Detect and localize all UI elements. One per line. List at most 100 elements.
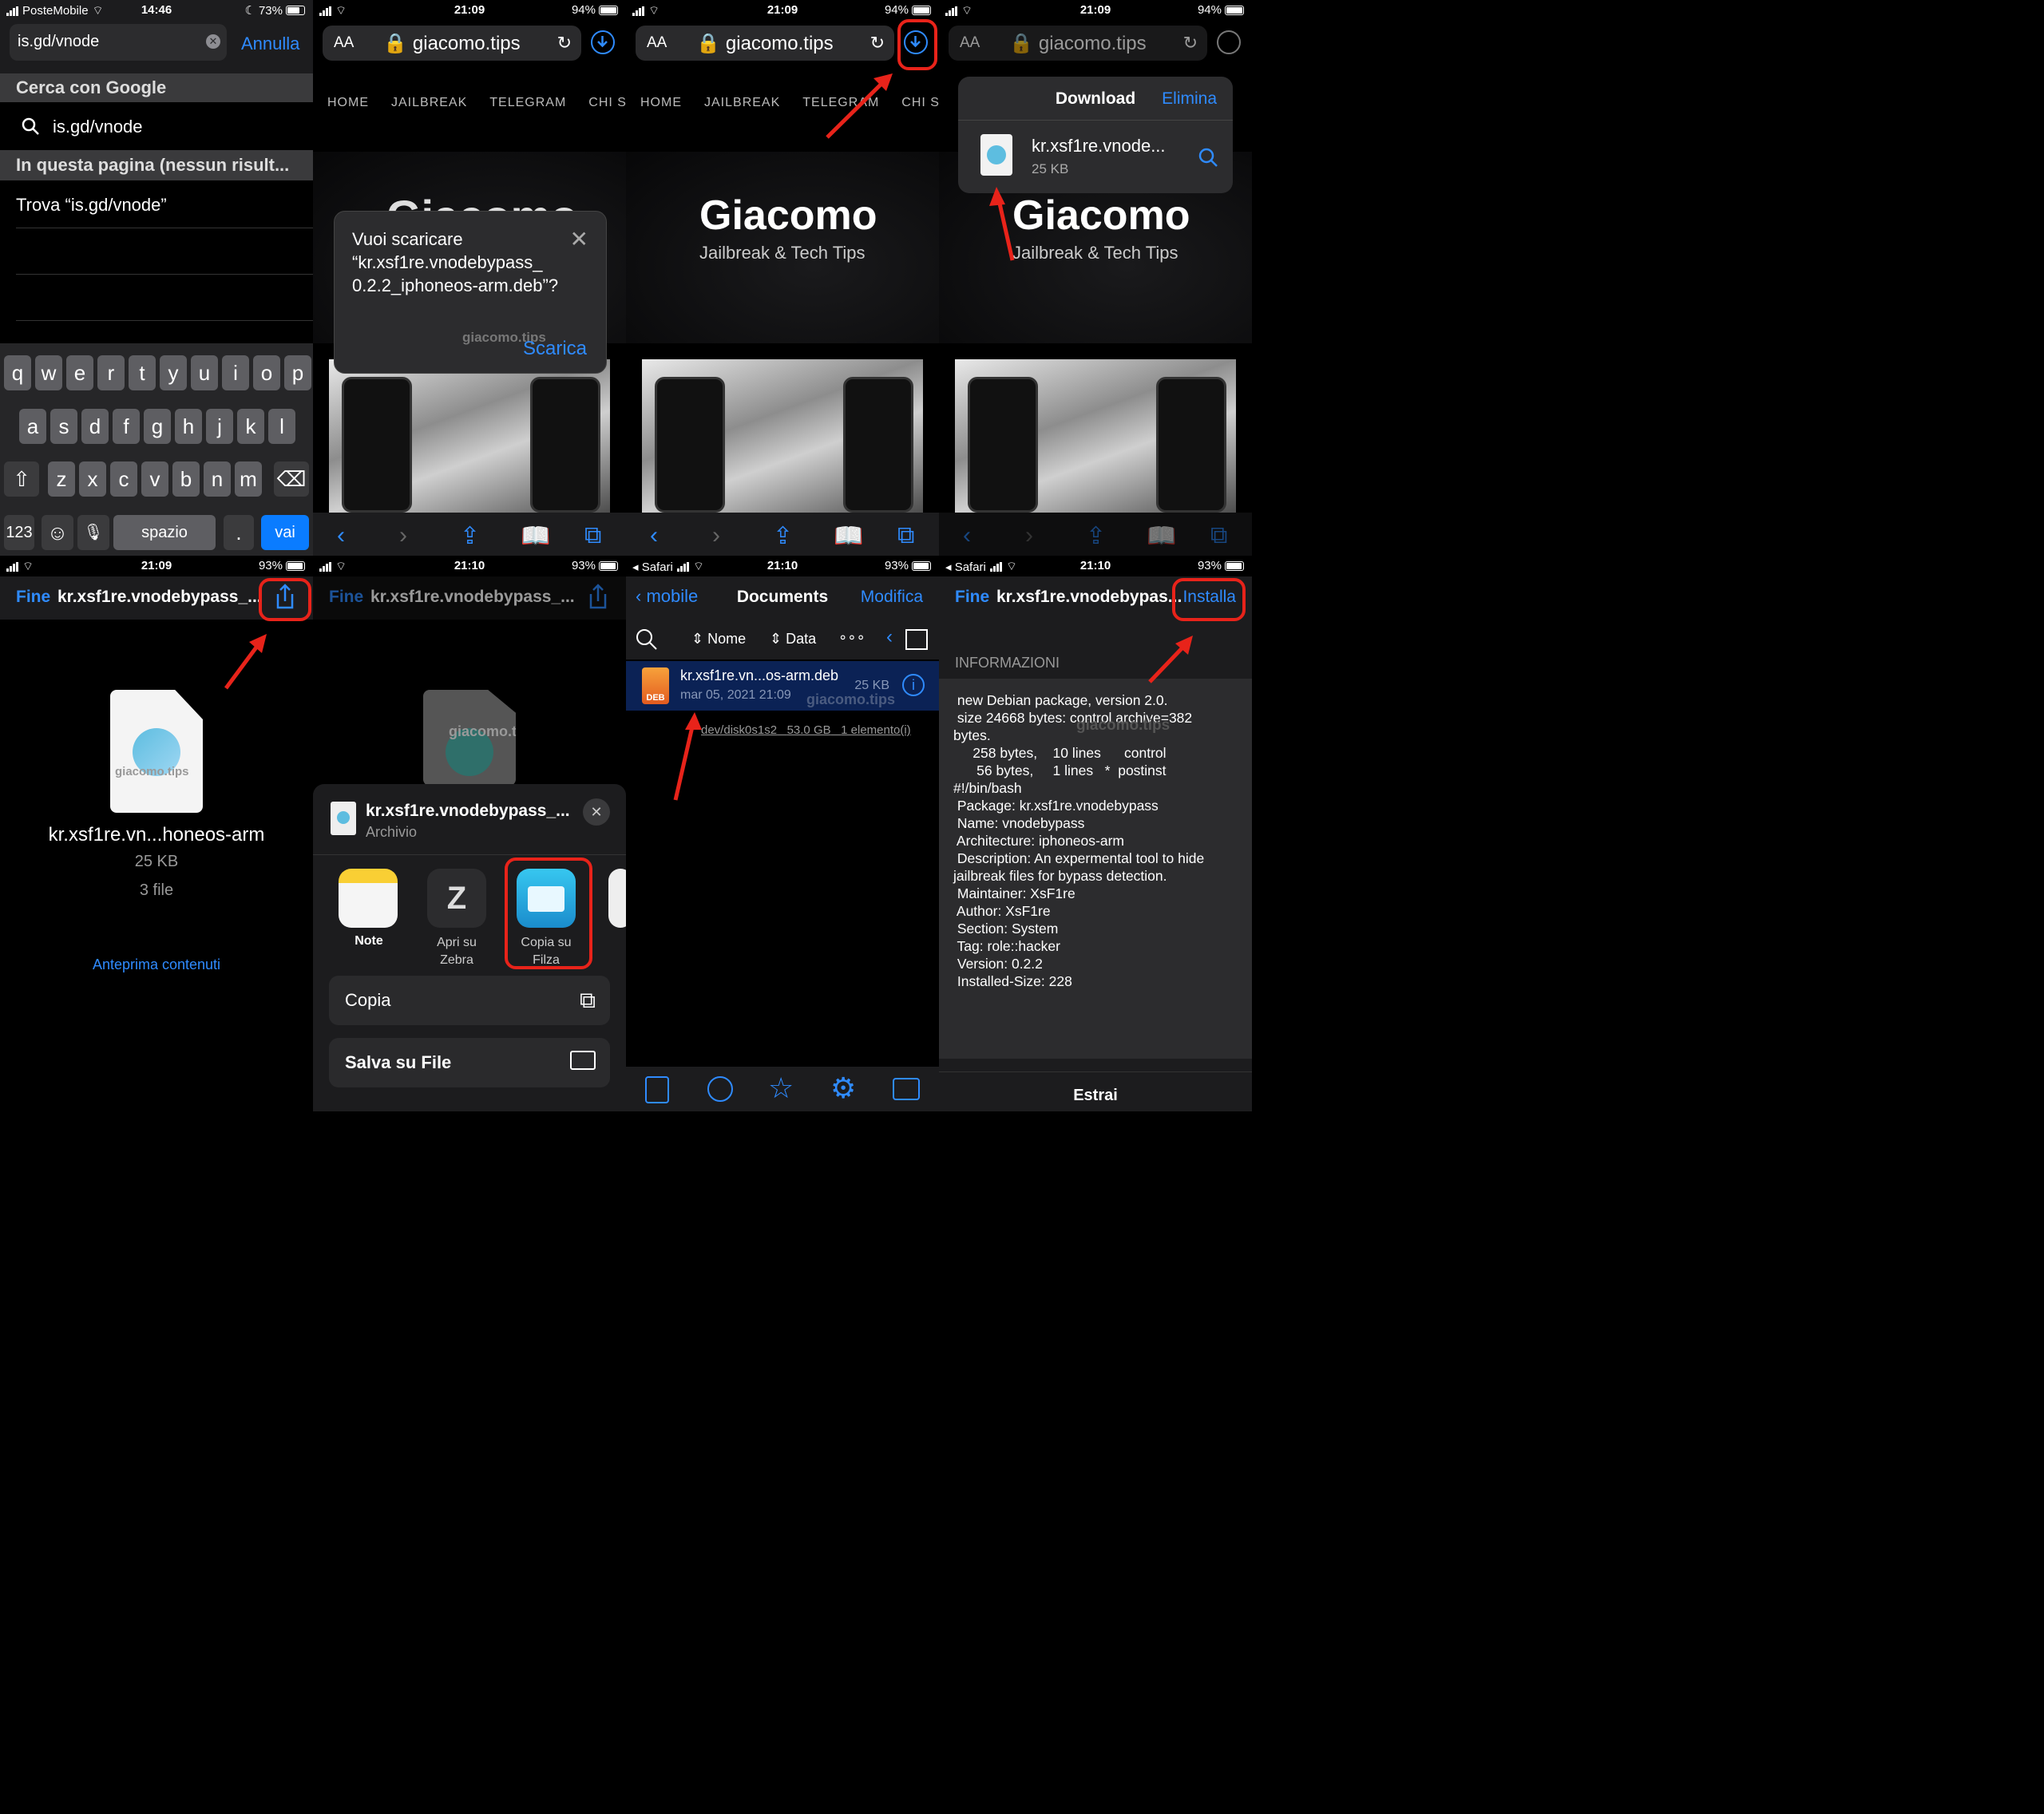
clear-button[interactable]: Elimina (1162, 89, 1217, 109)
share-icon[interactable]: ⇪ (460, 522, 480, 550)
nav-telegram[interactable]: TELEGRAM (489, 96, 566, 109)
forward-icon[interactable]: › (1025, 522, 1033, 549)
download-filename[interactable]: kr.xsf1re.vnode... (1032, 136, 1166, 156)
download-icon[interactable] (1217, 30, 1241, 54)
gear-icon[interactable]: ⚙ (830, 1071, 856, 1105)
chevron-left-icon[interactable]: ‹ (886, 626, 893, 648)
nav-jailbreak[interactable]: JAILBREAK (704, 96, 780, 109)
download-icon[interactable] (591, 30, 615, 54)
key-g[interactable]: g (144, 409, 171, 444)
app-filza[interactable]: Copia su Filza (514, 869, 578, 969)
key-b[interactable]: b (172, 461, 200, 497)
reload-icon[interactable]: ↻ (1183, 33, 1198, 53)
share-icon[interactable] (273, 583, 297, 610)
backspace-key[interactable]: ⌫ (274, 461, 309, 497)
key-l[interactable]: l (268, 409, 295, 444)
share-icon[interactable] (586, 583, 610, 610)
app-note[interactable]: Note (339, 869, 399, 949)
key-r[interactable]: r (97, 355, 125, 390)
key-y[interactable]: y (160, 355, 187, 390)
back-icon[interactable]: ‹ (650, 522, 658, 549)
key-a[interactable]: a (19, 409, 46, 444)
app-more[interactable] (608, 869, 626, 928)
extract-button[interactable]: Estrai (939, 1087, 1252, 1105)
done-button[interactable]: Fine (329, 588, 363, 607)
download-icon[interactable] (904, 30, 928, 54)
key-u[interactable]: u (191, 355, 218, 390)
key-p[interactable]: p (284, 355, 311, 390)
bookmarks-icon[interactable]: 📖 (521, 522, 550, 550)
microphone-key[interactable]: 🎙 (77, 515, 109, 550)
space-key[interactable]: spazio (113, 515, 216, 550)
file-row[interactable]: DEB kr.xsf1re.vn...os-arm.deb mar 05, 20… (626, 661, 939, 711)
edit-button[interactable]: Modifica (861, 588, 923, 607)
key-k[interactable]: k (237, 409, 264, 444)
info-icon[interactable]: i (902, 674, 925, 696)
key-n[interactable]: n (204, 461, 231, 497)
back-icon[interactable]: ‹ (963, 522, 971, 549)
tabs-icon[interactable]: ⧉ (1210, 522, 1227, 549)
done-button[interactable]: Fine (955, 588, 989, 607)
emoji-key[interactable]: ☺ (42, 515, 73, 550)
key-t[interactable]: t (129, 355, 156, 390)
sort-name[interactable]: ⇕ Nome (691, 631, 746, 648)
grid-icon[interactable] (905, 629, 928, 650)
key-e[interactable]: e (66, 355, 93, 390)
nav-chi[interactable]: CHI S (588, 96, 626, 109)
key-f[interactable]: f (113, 409, 140, 444)
nav-chi[interactable]: CHI S (901, 96, 939, 109)
nav-jailbreak[interactable]: JAILBREAK (391, 96, 467, 109)
key-s[interactable]: s (50, 409, 77, 444)
reload-icon[interactable]: ↻ (870, 33, 885, 53)
address-bar[interactable]: AA 🔒 giacomo.tips ↻ (323, 26, 581, 61)
preview-contents-link[interactable]: Anteprima contenuti (0, 957, 313, 973)
key-i[interactable]: i (222, 355, 249, 390)
shift-key[interactable]: ⇧ (4, 461, 39, 497)
key-w[interactable]: w (35, 355, 62, 390)
bookmarks-icon[interactable]: 📖 (1147, 522, 1176, 550)
search-icon[interactable] (636, 628, 658, 651)
key-o[interactable]: o (253, 355, 280, 390)
key-q[interactable]: q (4, 355, 31, 390)
key-d[interactable]: d (81, 409, 109, 444)
close-icon[interactable]: ✕ (583, 798, 610, 826)
key-z[interactable]: z (48, 461, 75, 497)
cancel-button[interactable]: Annulla (241, 34, 299, 54)
copy-action[interactable]: Copia ⧉ (329, 976, 610, 1025)
search-icon[interactable] (1198, 147, 1218, 168)
numbers-key[interactable]: 123 (4, 515, 34, 550)
google-result[interactable]: is.gd/vnode (0, 102, 313, 150)
search-input[interactable]: is.gd/vnode ✕ (10, 24, 227, 61)
back-icon[interactable]: ‹ (337, 522, 345, 549)
find-on-page-item[interactable]: Trova “is.gd/vnode” (16, 195, 167, 216)
bookmarks-icon[interactable]: 📖 (834, 522, 863, 550)
tabs-icon[interactable]: ⧉ (897, 522, 914, 549)
tabs-icon[interactable] (893, 1078, 920, 1100)
save-to-files-action[interactable]: Salva su File (329, 1038, 610, 1087)
key-j[interactable]: j (206, 409, 233, 444)
address-bar[interactable]: AA 🔒 giacomo.tips ↻ (949, 26, 1207, 61)
clear-icon[interactable]: ✕ (206, 34, 220, 49)
sort-date[interactable]: ⇕ Data (770, 631, 816, 648)
reload-icon[interactable]: ↻ (557, 33, 572, 53)
key-m[interactable]: m (235, 461, 262, 497)
close-icon[interactable]: ✕ (570, 226, 588, 252)
nav-telegram[interactable]: TELEGRAM (802, 96, 879, 109)
history-icon[interactable] (707, 1076, 733, 1102)
download-button[interactable]: Scarica (523, 338, 587, 360)
install-button[interactable]: Installa (1182, 588, 1236, 607)
nav-home[interactable]: HOME (640, 96, 682, 109)
share-icon[interactable]: ⇪ (773, 522, 793, 550)
key-c[interactable]: c (110, 461, 137, 497)
nav-home[interactable]: HOME (327, 96, 369, 109)
forward-icon[interactable]: › (399, 522, 407, 549)
star-icon[interactable]: ☆ (768, 1071, 794, 1105)
forward-icon[interactable]: › (712, 522, 720, 549)
key-x[interactable]: x (79, 461, 106, 497)
share-icon[interactable]: ⇪ (1086, 522, 1106, 550)
clipboard-icon[interactable] (645, 1076, 669, 1103)
more-icon[interactable]: ∘∘∘ (838, 629, 866, 646)
tabs-icon[interactable]: ⧉ (584, 522, 601, 549)
key-h[interactable]: h (175, 409, 202, 444)
key-v[interactable]: v (141, 461, 168, 497)
